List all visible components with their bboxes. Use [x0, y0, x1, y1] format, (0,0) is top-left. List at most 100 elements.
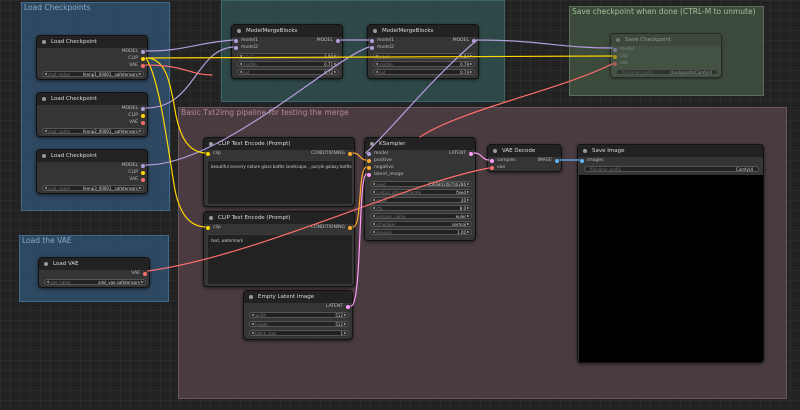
load-checkpoint-node[interactable]: Load Checkpoint MODEL CLIP VAE ◀ ckpt_nam…	[36, 35, 148, 80]
vae-decode-node[interactable]: VAE Decode samples vae IMAGE	[487, 144, 562, 172]
steps-field[interactable]: ◀ steps 20 ▶	[370, 197, 472, 203]
collapse-dot-icon[interactable]	[42, 154, 46, 158]
left-arrow-icon[interactable]: ◀	[251, 321, 254, 326]
right-arrow-icon[interactable]: ▶	[344, 330, 347, 335]
output-latent[interactable]: LATENT	[449, 151, 474, 157]
save-image-node[interactable]: Save Image images filename_prefix ComfyUI	[577, 144, 764, 363]
cfg-field[interactable]: ◀ cfg 8.0 ▶	[370, 205, 472, 211]
right-arrow-icon[interactable]: ▶	[467, 213, 470, 218]
output-clip[interactable]: CLIP	[128, 56, 145, 62]
right-arrow-icon[interactable]: ▶	[470, 53, 473, 58]
left-arrow-icon[interactable]: ◀	[375, 61, 378, 66]
middle-weight-slider[interactable]: ◀ middle 0.79 ▶	[373, 61, 475, 67]
input-model2[interactable]: model2	[370, 45, 394, 51]
input-model1[interactable]: model1	[234, 38, 258, 44]
left-arrow-icon[interactable]: ◀	[251, 312, 254, 317]
collapse-dot-icon[interactable]	[493, 149, 497, 153]
empty-latent-image-node[interactable]: Empty Latent Image LATENT ◀ width 512 ▶ ◀ he…	[243, 290, 353, 340]
input-negative[interactable]: negative	[367, 165, 394, 171]
input-model[interactable]: model	[613, 47, 634, 53]
node-graph-canvas[interactable]: Load Checkpoints Save checkpoint when do…	[0, 0, 800, 410]
right-arrow-icon[interactable]: ▶	[470, 69, 473, 74]
collapse-dot-icon[interactable]	[616, 38, 620, 42]
filename-prefix-field[interactable]: filename_prefix ComfyUI	[584, 166, 759, 172]
output-vae[interactable]: VAE	[129, 120, 145, 126]
input-clip[interactable]: clip	[613, 54, 628, 60]
filename-prefix-field[interactable]: filename_prefix checkpoints/ComfyUI	[616, 69, 718, 75]
collapse-dot-icon[interactable]	[209, 142, 213, 146]
output-clip[interactable]: CLIP	[128, 113, 145, 119]
output-model[interactable]: MODEL	[122, 49, 146, 55]
right-arrow-icon[interactable]: ▶	[467, 221, 470, 226]
left-arrow-icon[interactable]: ◀	[372, 189, 375, 194]
output-model[interactable]: MODEL	[122, 106, 146, 112]
vae-name-combo[interactable]: ◀ vae_name sdxl_vae.safetensors ▶	[44, 279, 146, 285]
right-arrow-icon[interactable]: ▶	[334, 53, 337, 58]
left-arrow-icon[interactable]: ◀	[372, 205, 375, 210]
right-arrow-icon[interactable]: ▶	[467, 205, 470, 210]
ksampler-node[interactable]: KSampler model positive negative latent_…	[364, 137, 476, 241]
height-field[interactable]: ◀ height 512 ▶	[249, 321, 349, 327]
seed-field[interactable]: ◀ seed 156680208700286 ▶	[370, 181, 472, 187]
output-conditioning[interactable]: CONDITIONING	[311, 151, 353, 157]
prompt-textarea[interactable]: text, watermark	[207, 234, 353, 285]
right-arrow-icon[interactable]: ▶	[467, 189, 470, 194]
width-field[interactable]: ◀ width 512 ▶	[249, 312, 349, 318]
load-vae-node[interactable]: Load VAE VAE ◀ vae_name sdxl_vae.safetenso…	[38, 257, 150, 288]
collapse-dot-icon[interactable]	[42, 40, 46, 44]
collapse-dot-icon[interactable]	[373, 29, 377, 33]
input-weight-slider[interactable]: ◀ input 1.00 ▶	[237, 53, 339, 59]
input-clip[interactable]: clip	[206, 225, 221, 231]
ckpt-name-combo[interactable]: ◀ ckpt_name fennp2_00001_.safetensors ▶	[42, 128, 144, 134]
model-merge-blocks-node[interactable]: ModelMergeBlocks model1 model2 MODEL ◀ in…	[231, 24, 343, 79]
collapse-dot-icon[interactable]	[583, 149, 587, 153]
collapse-dot-icon[interactable]	[249, 295, 253, 299]
right-arrow-icon[interactable]: ▶	[467, 229, 470, 234]
output-conditioning[interactable]: CONDITIONING	[311, 225, 353, 231]
input-weight-slider[interactable]: ◀ input 0.84 ▶	[373, 53, 475, 59]
right-arrow-icon[interactable]: ▶	[344, 321, 347, 326]
collapse-dot-icon[interactable]	[44, 262, 48, 266]
load-checkpoint-node[interactable]: Load Checkpoint MODEL CLIP VAE ◀ ckpt_nam…	[36, 149, 148, 194]
right-arrow-icon[interactable]: ▶	[141, 279, 144, 284]
right-arrow-icon[interactable]: ▶	[467, 181, 470, 186]
left-arrow-icon[interactable]: ◀	[44, 71, 47, 76]
left-arrow-icon[interactable]: ◀	[239, 53, 242, 58]
denoise-field[interactable]: ◀ denoise 1.00 ▶	[370, 229, 472, 235]
left-arrow-icon[interactable]: ◀	[239, 69, 242, 74]
left-arrow-icon[interactable]: ◀	[44, 185, 47, 190]
collapse-dot-icon[interactable]	[370, 142, 374, 146]
input-model[interactable]: model	[367, 151, 388, 157]
right-arrow-icon[interactable]: ▶	[334, 69, 337, 74]
left-arrow-icon[interactable]: ◀	[372, 229, 375, 234]
output-model[interactable]: MODEL	[122, 163, 146, 169]
ckpt-name-combo[interactable]: ◀ ckpt_name fennp1_00001_.safetensors ▶	[42, 71, 144, 77]
left-arrow-icon[interactable]: ◀	[44, 128, 47, 133]
clip-text-encode-positive-node[interactable]: CLIP Text Encode (Prompt) clip CONDITION…	[203, 137, 355, 207]
output-model[interactable]: MODEL	[317, 38, 341, 44]
left-arrow-icon[interactable]: ◀	[375, 53, 378, 58]
input-images[interactable]: images	[580, 158, 603, 164]
batch-size-field[interactable]: ◀ batch_size 1 ▶	[249, 330, 349, 336]
right-arrow-icon[interactable]: ▶	[470, 61, 473, 66]
left-arrow-icon[interactable]: ◀	[239, 61, 242, 66]
clip-text-encode-negative-node[interactable]: CLIP Text Encode (Prompt) clip CONDITION…	[203, 211, 355, 287]
input-vae[interactable]: vae	[613, 61, 628, 67]
output-model[interactable]: MODEL	[453, 38, 477, 44]
right-arrow-icon[interactable]: ▶	[344, 312, 347, 317]
input-positive[interactable]: positive	[367, 158, 392, 164]
output-vae[interactable]: VAE	[129, 63, 145, 69]
right-arrow-icon[interactable]: ▶	[139, 71, 142, 76]
input-latent-image[interactable]: latent_image	[367, 172, 403, 178]
left-arrow-icon[interactable]: ◀	[372, 221, 375, 226]
control-after-generate-combo[interactable]: ◀ control_after_generate fixed ▶	[370, 189, 472, 195]
right-arrow-icon[interactable]: ▶	[139, 185, 142, 190]
input-samples[interactable]: samples	[490, 158, 516, 164]
collapse-dot-icon[interactable]	[209, 216, 213, 220]
prompt-textarea[interactable]: beautiful scenery nature glass bottle la…	[207, 160, 353, 205]
left-arrow-icon[interactable]: ◀	[372, 197, 375, 202]
save-checkpoint-node[interactable]: Save Checkpoint model clip vae filename_…	[610, 33, 722, 78]
left-arrow-icon[interactable]: ◀	[375, 69, 378, 74]
input-model1[interactable]: model1	[370, 38, 394, 44]
left-arrow-icon[interactable]: ◀	[46, 279, 49, 284]
